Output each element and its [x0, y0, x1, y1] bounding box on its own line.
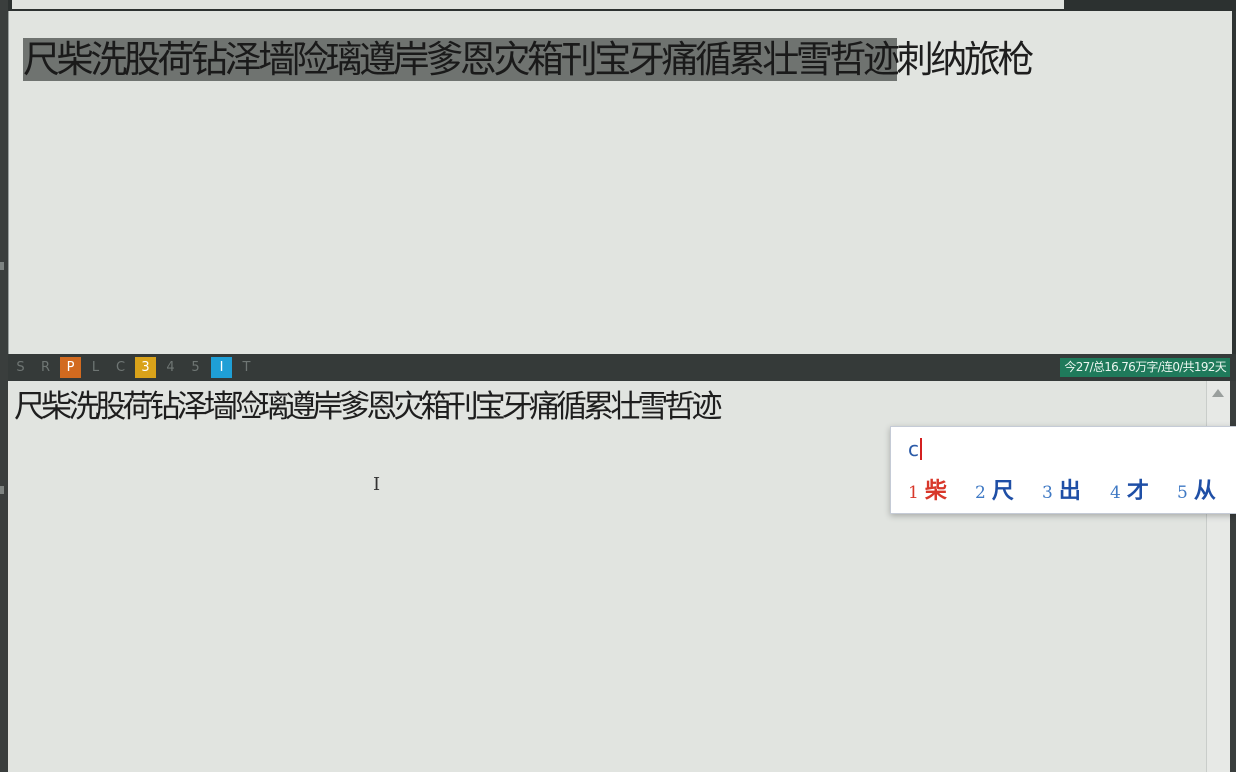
- mode-button-c[interactable]: C: [110, 357, 131, 378]
- ime-candidate-5[interactable]: 5从: [1177, 479, 1216, 506]
- ime-candidate-4[interactable]: 4才: [1110, 479, 1149, 506]
- mode-button-4[interactable]: 4: [160, 357, 181, 378]
- reference-text-line: 尺柴洗股荷钻泽墙险璃遵岸爹恩灾箱刊宝牙痛循累壮雪哲迹刺纳旅枪: [23, 36, 1035, 83]
- ime-candidate-3[interactable]: 3出: [1042, 479, 1081, 506]
- mode-button-l[interactable]: L: [85, 357, 106, 378]
- reference-text-panel: 尺柴洗股荷钻泽墙险璃遵岸爹恩灾箱刊宝牙痛循累壮雪哲迹刺纳旅枪: [8, 11, 1232, 354]
- mode-button-5[interactable]: 5: [185, 357, 206, 378]
- candidate-number: 1: [908, 483, 919, 503]
- candidate-number: 5: [1177, 483, 1188, 503]
- status-bar: S R P L C 3 4 5 I T 今27/总16.76万字/连0/共192…: [8, 354, 1236, 381]
- stats-badge: 今27/总16.76万字/连0/共192天: [1060, 358, 1230, 377]
- ime-composition: c: [908, 437, 922, 461]
- side-mark: [0, 262, 4, 270]
- candidate-char: 尺: [991, 479, 1014, 504]
- top-strip: [0, 0, 1236, 11]
- reference-typed-text: 尺柴洗股荷钻泽墙险璃遵岸爹恩灾箱刊宝牙痛循累壮雪哲迹: [23, 38, 900, 81]
- text-cursor-icon: I: [373, 474, 381, 495]
- candidate-number: 3: [1042, 483, 1053, 503]
- candidate-char: 柴: [924, 479, 947, 504]
- mode-button-t[interactable]: T: [236, 357, 257, 378]
- ime-candidate-popup: c 1柴 2尺 3出 4才 5从: [890, 426, 1236, 514]
- ime-candidate-1[interactable]: 1柴: [908, 479, 947, 506]
- side-mark: [0, 486, 4, 494]
- left-border: [0, 0, 8, 772]
- candidate-number: 4: [1110, 483, 1121, 503]
- mode-button-p[interactable]: P: [60, 357, 81, 378]
- ime-candidate-2[interactable]: 2尺: [975, 479, 1014, 506]
- mode-button-i[interactable]: I: [211, 357, 232, 378]
- candidate-char: 从: [1193, 479, 1216, 504]
- candidate-char: 出: [1058, 479, 1081, 504]
- typed-text: 尺柴洗股荷钻泽墙险璃遵岸爹恩灾箱刊宝牙痛循累壮雪哲迹: [14, 389, 723, 425]
- top-strip-light: [12, 0, 1064, 9]
- mode-button-3[interactable]: 3: [135, 357, 156, 378]
- candidate-char: 才: [1126, 479, 1149, 504]
- ime-input-text: c: [908, 437, 919, 461]
- mode-button-r[interactable]: R: [35, 357, 56, 378]
- scroll-up-arrow-icon[interactable]: [1212, 389, 1224, 397]
- reference-remaining-text: 刺纳旅枪: [896, 38, 1035, 81]
- mode-button-s[interactable]: S: [10, 357, 31, 378]
- candidate-number: 2: [975, 483, 986, 503]
- ime-caret: [920, 438, 922, 460]
